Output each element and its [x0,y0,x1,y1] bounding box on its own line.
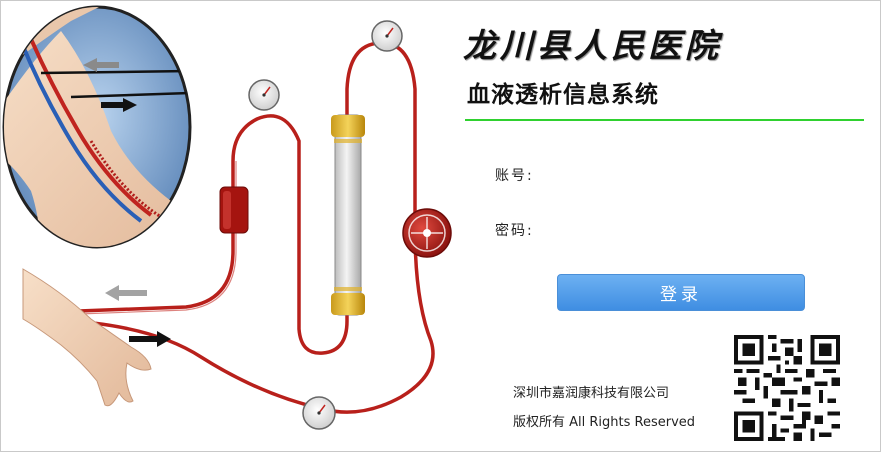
pressure-gauge-top-icon [371,20,403,52]
account-input[interactable] [549,162,803,186]
qr-code-icon [734,335,840,441]
copyright-text: 版权所有 All Rights Reserved [513,415,696,430]
outflow-arrow-icon [105,285,147,301]
pressure-gauge-bottom-icon [302,396,336,430]
login-window: 龙川县人民医院 血液透析信息系统 账号: 密码: 登录 深圳市嘉润康科技有限公司… [0,0,881,452]
header-divider [465,119,864,121]
account-label: 账号: [495,168,534,184]
dialysis-illustration [2,5,452,430]
system-name: 血液透析信息系统 [467,82,659,108]
login-button[interactable]: 登录 [557,274,805,311]
pressure-gauge-left-icon [248,79,280,111]
hospital-name: 龙川县人民医院 [463,26,722,65]
arm-vein-inset-icon [2,5,192,249]
password-input[interactable] [549,217,803,241]
password-label: 密码: [495,223,534,239]
company-name: 深圳市嘉润康科技有限公司 [513,386,670,401]
